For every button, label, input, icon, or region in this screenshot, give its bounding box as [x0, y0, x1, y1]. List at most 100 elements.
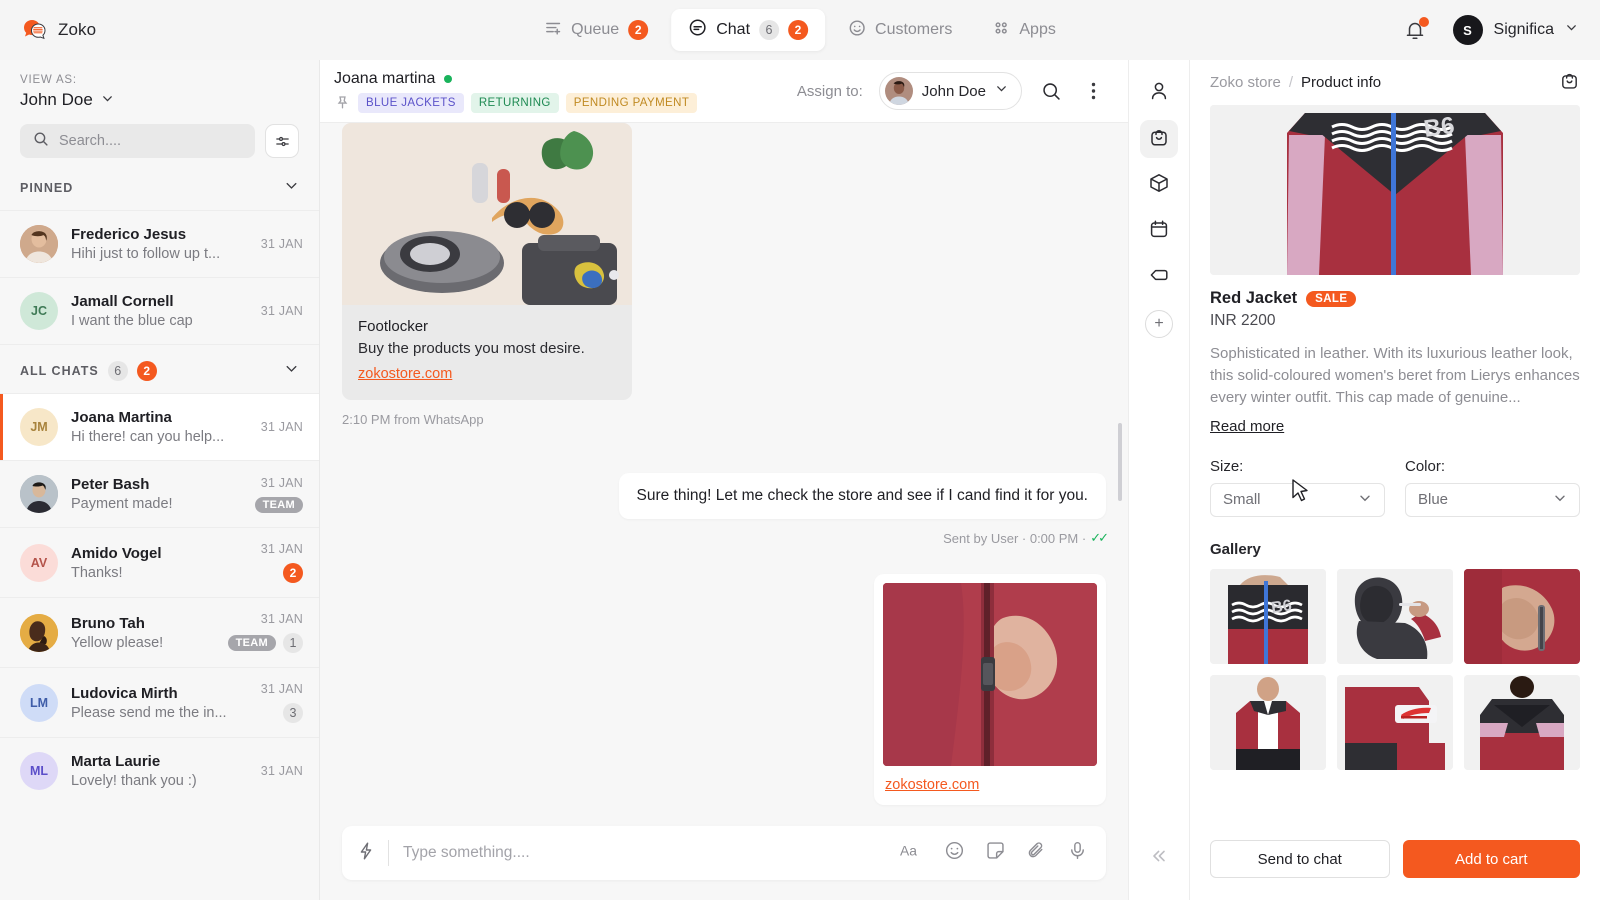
- chat-sidebar: VIEW AS: John Doe Search.... PINNED Fred…: [0, 60, 320, 900]
- search-row: [0, 114, 319, 170]
- avatar-initials: ML: [29, 764, 49, 778]
- incoming-product-card[interactable]: Footlocker Buy the products you most des…: [342, 123, 632, 400]
- read-more-link[interactable]: Read more: [1210, 418, 1284, 435]
- chevron-down-icon: [284, 361, 299, 381]
- product-panel: Zoko store / Product info B6 Red Jacket …: [1190, 60, 1600, 900]
- avatar-initials: LM: [29, 695, 49, 710]
- list-item[interactable]: AV Amido Vogel Thanks! 31 JAN 2: [0, 527, 319, 597]
- chat-preview: I want the blue cap: [71, 313, 193, 329]
- bell-icon[interactable]: [1403, 17, 1429, 42]
- chat-tags: BLUE JACKETS RETURNING PENDING PAYMENT: [334, 92, 698, 113]
- brand[interactable]: Zoko: [22, 18, 96, 42]
- chat-meta: 31 JAN: [249, 764, 303, 778]
- message-composer: Aa: [342, 826, 1106, 880]
- add-rail-item-button[interactable]: +: [1145, 310, 1173, 338]
- assignee-selector[interactable]: John Doe: [878, 72, 1022, 110]
- search-icon: [33, 131, 49, 152]
- lightning-icon[interactable]: [356, 841, 376, 866]
- smiley-icon: [848, 19, 866, 42]
- rail-item-person[interactable]: [1140, 74, 1178, 112]
- app-root: Zoko Queue 2 Chat 6 2 Customers Apps S S…: [0, 0, 1600, 900]
- list-item[interactable]: LM Ludovica Mirth Please send me the in.…: [0, 667, 319, 737]
- avatar: [20, 225, 58, 263]
- chat-header-left: Joana martina BLUE JACKETS RETURNING PEN…: [334, 70, 698, 113]
- nav-item-apps[interactable]: Apps: [975, 10, 1072, 51]
- sliders-icon[interactable]: [265, 124, 299, 158]
- emoji-icon[interactable]: [944, 840, 965, 866]
- message-input[interactable]: [403, 844, 886, 862]
- list-item[interactable]: ML Marta Laurie Lovely! thank you :) 31 …: [0, 737, 319, 804]
- sticker-icon[interactable]: [985, 840, 1006, 866]
- gallery-thumbnail[interactable]: [1464, 568, 1580, 664]
- card-link[interactable]: zokostore.com: [358, 366, 452, 382]
- search-box[interactable]: [20, 124, 255, 158]
- search-input[interactable]: [59, 133, 242, 149]
- chat-name: Amido Vogel: [71, 544, 162, 562]
- avatar: [20, 475, 58, 513]
- rail-item-store[interactable]: [1140, 120, 1178, 158]
- view-as-name: John Doe: [20, 90, 93, 109]
- breadcrumb-root[interactable]: Zoko store: [1210, 74, 1281, 91]
- image-bubble[interactable]: zokostore.com: [874, 574, 1106, 805]
- list-item-texts: Frederico Jesus Hihi just to follow up t…: [71, 226, 236, 262]
- text-format-icon[interactable]: Aa: [900, 842, 924, 865]
- context-rail: +: [1128, 60, 1190, 900]
- message-list[interactable]: Footlocker Buy the products you most des…: [320, 123, 1128, 816]
- view-as-selector[interactable]: John Doe: [20, 90, 299, 110]
- nav-item-customers[interactable]: Customers: [831, 10, 969, 51]
- chat-meta: 31 JAN TEAM: [249, 476, 303, 513]
- more-vertical-icon[interactable]: [1080, 78, 1106, 104]
- top-right-group: S Significa: [1403, 15, 1578, 45]
- product-actions: Send to chat Add to cart: [1190, 823, 1600, 900]
- color-select[interactable]: Blue: [1405, 482, 1580, 517]
- attachment-icon[interactable]: [1026, 840, 1047, 866]
- product-scroll-area[interactable]: B6 Red Jacket SALE INR 2200 Sophisticate…: [1190, 105, 1600, 823]
- add-to-cart-button[interactable]: Add to cart: [1402, 840, 1580, 878]
- card-description: Buy the products you most desire.: [358, 340, 585, 357]
- nav-item-chat[interactable]: Chat 6 2: [671, 9, 826, 51]
- all-chats-unread: 2: [136, 361, 157, 381]
- pin-icon[interactable]: [334, 94, 351, 111]
- nav-item-queue[interactable]: Queue 2: [527, 10, 665, 51]
- section-header-pinned[interactable]: PINNED: [0, 170, 319, 210]
- list-item[interactable]: Frederico Jesus Hihi just to follow up t…: [0, 210, 319, 277]
- list-item[interactable]: JM Joana Martina Hi there! can you help.…: [0, 393, 319, 460]
- list-item[interactable]: JC Jamall Cornell I want the blue cap 31…: [0, 277, 319, 344]
- gallery-thumbnail[interactable]: [1464, 674, 1580, 770]
- rail-item-tags[interactable]: [1140, 258, 1178, 296]
- message-status-text: Sent by User · 0:00 PM ·: [943, 530, 1087, 546]
- size-select[interactable]: Small: [1210, 482, 1385, 517]
- avatar-initials: JM: [30, 420, 48, 434]
- send-to-chat-button[interactable]: Send to chat: [1210, 840, 1390, 878]
- section-header-all-chats[interactable]: ALL CHATS 6 2: [0, 344, 319, 393]
- scrollbar[interactable]: [1118, 423, 1122, 501]
- user-menu[interactable]: S Significa: [1452, 15, 1578, 45]
- gallery-thumbnail[interactable]: [1337, 568, 1453, 664]
- rail-item-orders[interactable]: [1140, 166, 1178, 204]
- chat-date: 31 JAN: [260, 304, 303, 318]
- search-icon[interactable]: [1038, 78, 1064, 104]
- chat-preview: Lovely! thank you :): [71, 773, 197, 789]
- message-bubble: Sure thing! Let me check the store and s…: [618, 473, 1106, 519]
- pinned-chat-list: Frederico Jesus Hihi just to follow up t…: [0, 210, 319, 344]
- tag-blue-jackets[interactable]: BLUE JACKETS: [358, 92, 464, 113]
- tag-returning[interactable]: RETURNING: [470, 92, 559, 113]
- option-size-label: Size:: [1210, 457, 1244, 475]
- gallery-thumbnail[interactable]: [1210, 674, 1326, 770]
- list-item-texts: Amido Vogel Thanks!: [71, 545, 236, 581]
- message-image-link[interactable]: zokostore.com: [885, 777, 979, 793]
- list-item[interactable]: Bruno Tah Yellow please! 31 JAN TEAM 1: [0, 597, 319, 667]
- chevrons-left-icon[interactable]: [1149, 846, 1169, 872]
- list-item[interactable]: Peter Bash Payment made! 31 JAN TEAM: [0, 460, 319, 527]
- top-bar: Zoko Queue 2 Chat 6 2 Customers Apps S S…: [0, 0, 1600, 60]
- gallery-thumbnail[interactable]: B6: [1210, 568, 1326, 664]
- section-title-pinned: PINNED: [20, 181, 74, 195]
- main-body: VIEW AS: John Doe Search.... PINNED Fred…: [0, 60, 1600, 900]
- shopping-bag-icon[interactable]: [1559, 70, 1580, 96]
- microphone-icon[interactable]: [1067, 840, 1088, 866]
- product-name: Red Jacket: [1210, 289, 1298, 307]
- tag-pending-payment[interactable]: PENDING PAYMENT: [565, 92, 698, 113]
- chat-icon: [688, 18, 707, 42]
- rail-item-calendar[interactable]: [1140, 212, 1178, 250]
- gallery-thumbnail[interactable]: [1337, 674, 1453, 770]
